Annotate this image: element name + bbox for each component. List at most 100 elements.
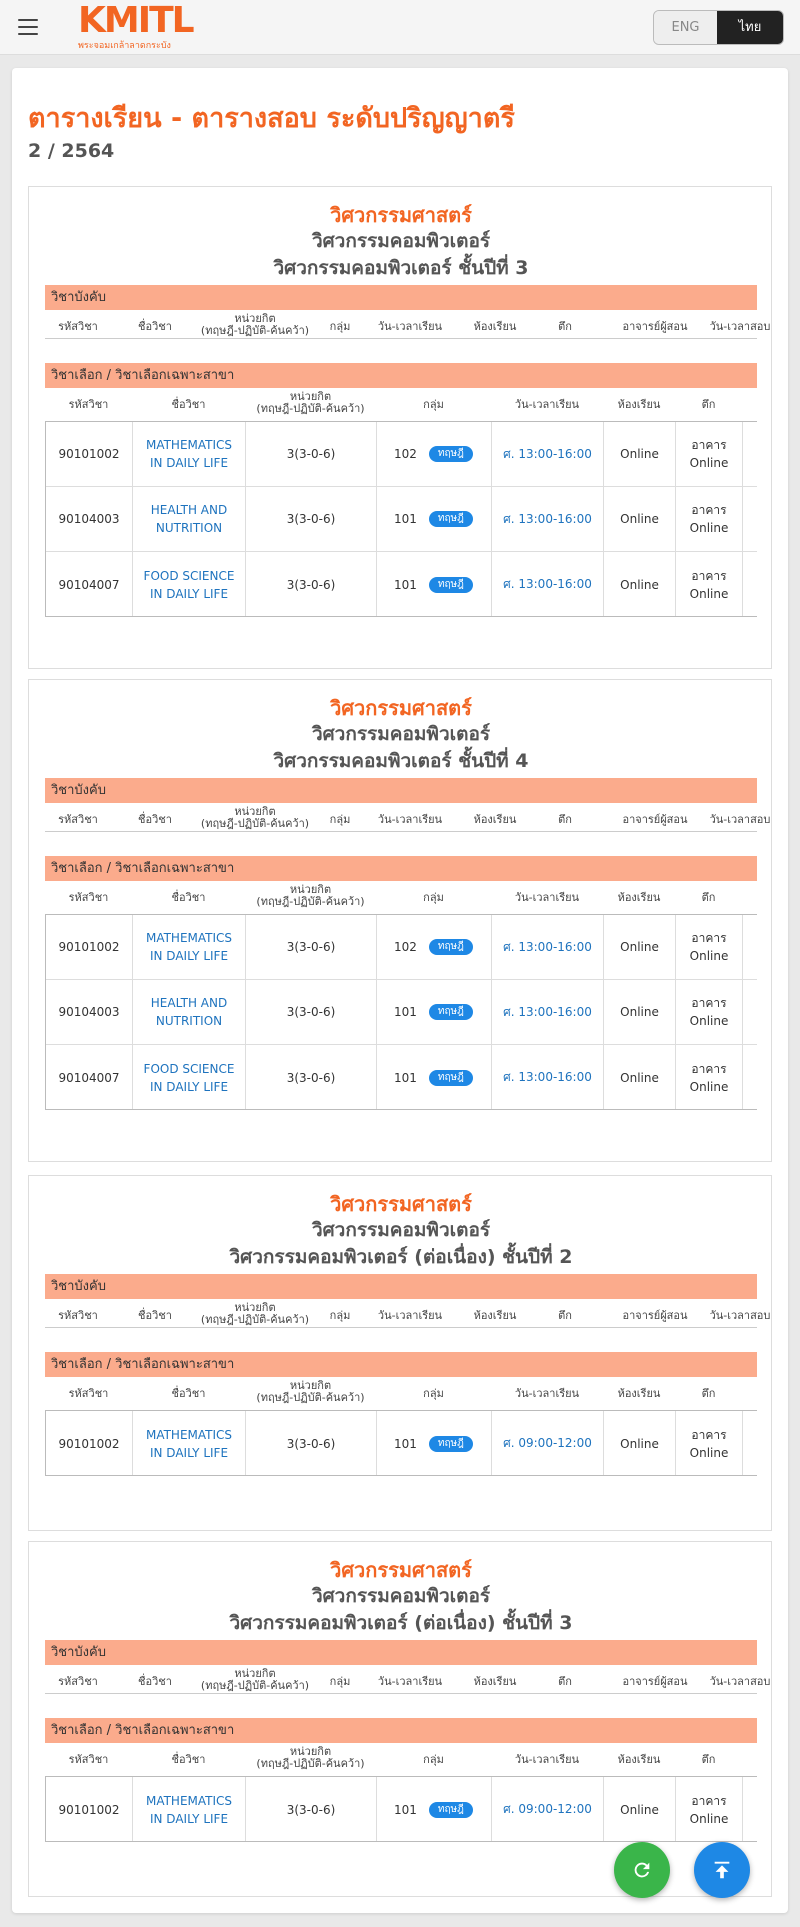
group-number: 102 — [394, 940, 417, 954]
course-name-link[interactable]: FOOD SCIENCE IN DAILY LIFE — [133, 552, 246, 616]
elective-header: รหัสวิชา ชื่อวิชา กลุ่ม วัน-เวลาเรียน ห้องเร… — [45, 391, 757, 417]
course-code: 90101002 — [46, 1777, 133, 1841]
column-header-credit-sub: (ทฤษฎี-ปฏิบัติ-ค้นคว้า) — [256, 1757, 365, 1770]
logo-text: KMITL — [78, 0, 195, 41]
column-header: ชื่อวิชา — [138, 813, 172, 826]
column-header: วัน-เวลาเรียน — [514, 1753, 580, 1766]
course-room: Online — [604, 1045, 676, 1109]
course-time-link[interactable]: ศ. 13:00-16:00 — [492, 1045, 604, 1109]
table-row: 90104003 HEALTH AND NUTRITION 3(3-0-6) 101 ท… — [46, 487, 757, 552]
theory-badge: ทฤษฎี — [428, 1069, 473, 1086]
column-header: ชื่อวิชา — [171, 1753, 206, 1766]
course-name-link[interactable]: MATHEMATICS IN DAILY LIFE — [133, 1411, 246, 1475]
logo[interactable]: KMITL พระจอมเกล้าลาดกระบัง — [78, 0, 195, 52]
elective-bar: วิชาเลือก / วิชาเลือกเฉพาะสาขา — [45, 1352, 757, 1377]
column-header-credit-sub: (ทฤษฎี-ปฏิบัติ-ค้นคว้า) — [256, 1391, 365, 1404]
page-title: ตารางเรียน - ตารางสอบ ระดับปริญญาตรี — [28, 103, 515, 134]
course-name-link[interactable]: MATHEMATICS IN DAILY LIFE — [133, 915, 246, 979]
column-header-credit-sub: (ทฤษฎี-ปฏิบัติ-ค้นคว้า) — [256, 402, 365, 415]
scroll-top-button[interactable] — [694, 1842, 750, 1898]
column-header: ชื่อวิชา — [171, 1387, 206, 1400]
column-header: กลุ่ม — [423, 1753, 444, 1766]
required-bar: วิชาบังคับ — [45, 1640, 757, 1665]
department-heading: วิศวกรรมคอมพิวเตอร์ — [311, 1585, 491, 1607]
course-code: 90104007 — [46, 1045, 133, 1109]
column-header: ชื่อวิชา — [138, 1675, 172, 1688]
required-header: รหัสวิชา ชื่อวิชา กลุ่ม วัน-เวลาเรียน ห้องเร… — [45, 1668, 770, 1694]
course-name-link[interactable]: MATHEMATICS IN DAILY LIFE — [133, 422, 246, 486]
group-number: 101 — [394, 1802, 417, 1817]
course-time-link[interactable]: ศ. 13:00-16:00 — [492, 422, 604, 486]
course-time-link[interactable]: ศ. 13:00-16:00 — [492, 552, 604, 616]
course-time-link[interactable]: ศ. 09:00-12:00 — [492, 1777, 604, 1841]
course-time-link[interactable]: ศ. 13:00-16:00 — [492, 980, 604, 1044]
program-heading: วิศวกรรมคอมพิวเตอร์ ชั้นปีที่ 4 — [273, 750, 529, 772]
course-name-link[interactable]: MATHEMATICS IN DAILY LIFE — [133, 1777, 246, 1841]
schedule-section: วิศวกรรมศาสตร์ วิศวกรรมคอมพิวเตอร์ วิศวกรร… — [28, 679, 772, 1162]
course-code: 90104003 — [46, 487, 133, 551]
elective-header: รหัสวิชา ชื่อวิชา กลุ่ม วัน-เวลาเรียน ห้องเร… — [45, 884, 757, 910]
refresh-button[interactable] — [614, 1842, 670, 1898]
course-code: 90101002 — [46, 422, 133, 486]
group-number: 101 — [394, 577, 417, 592]
theory-badge: ทฤษฎี — [428, 511, 473, 527]
column-header: รหัสวิชา — [68, 398, 109, 411]
column-header: ชื่อวิชา — [138, 320, 172, 333]
column-header: วัน-เวลาเรียน — [377, 320, 443, 333]
column-header: กลุ่ม — [329, 1309, 351, 1322]
course-credit: 3(3-0-6) — [246, 1045, 377, 1109]
course-code: 90104007 — [46, 552, 133, 616]
course-room: Online — [604, 1777, 676, 1841]
table-row: 90101002 MATHEMATICS IN DAILY LIFE 3(3-0-6… — [46, 1777, 757, 1841]
theory-badge: ทฤษฎี — [428, 576, 473, 593]
required-bar: วิชาบังคับ — [45, 1274, 757, 1299]
table-row: 90104007 FOOD SCIENCE IN DAILY LIFE 3(3-0-… — [46, 1045, 757, 1109]
column-header: วัน-เวลาสอบ — [709, 1675, 771, 1688]
course-code: 90104003 — [46, 980, 133, 1044]
column-header: กลุ่ม — [329, 813, 351, 826]
group-number: 101 — [394, 1070, 417, 1085]
column-header: กลุ่ม — [423, 891, 444, 904]
program-heading: วิศวกรรมคอมพิวเตอร์ (ต่อเนื่อง) ชั้นปีที… — [229, 1612, 573, 1634]
course-room: Online — [604, 915, 676, 979]
group-number: 102 — [394, 447, 417, 461]
language-switch: ENG ไทย — [653, 10, 784, 45]
refresh-icon — [634, 1862, 650, 1878]
course-building: อาคาร Online — [676, 980, 743, 1044]
column-header: ตึก — [701, 891, 716, 904]
column-header-credit-sub: (ทฤษฎี-ปฏิบัติ-ค้นคว้า) — [256, 895, 365, 908]
course-room: Online — [604, 422, 676, 486]
group-number: 101 — [394, 1436, 417, 1451]
course-credit: 3(3-0-6) — [246, 1411, 377, 1475]
column-header: รหัสวิชา — [58, 813, 98, 826]
department-heading: วิศวกรรมคอมพิวเตอร์ — [311, 230, 491, 252]
department-heading: วิศวกรรมคอมพิวเตอร์ — [311, 723, 491, 745]
course-room: Online — [604, 552, 676, 616]
course-group: 101 ทฤษฎี — [377, 487, 492, 551]
top-bar: KMITL พระจอมเกล้าลาดกระบัง ENG ไทย — [0, 0, 800, 55]
course-credit: 3(3-0-6) — [246, 980, 377, 1044]
course-name-link[interactable]: HEALTH AND NUTRITION — [133, 487, 246, 551]
course-time-link[interactable]: ศ. 09:00-12:00 — [492, 1411, 604, 1475]
hamburger-icon[interactable] — [18, 19, 38, 35]
course-time-link[interactable]: ศ. 13:00-16:00 — [492, 487, 604, 551]
column-header: วัน-เวลาสอบ — [709, 1309, 771, 1322]
column-header: รหัสวิชา — [58, 1675, 98, 1688]
column-header: ห้องเรียน — [617, 1753, 661, 1766]
course-name-link[interactable]: HEALTH AND NUTRITION — [133, 980, 246, 1044]
lang-eng-button[interactable]: ENG — [654, 11, 717, 44]
column-header: กลุ่ม — [329, 1675, 351, 1688]
course-name-link[interactable]: FOOD SCIENCE IN DAILY LIFE — [133, 1045, 246, 1109]
table-row: 90104007 FOOD SCIENCE IN DAILY LIFE 3(3-0-… — [46, 552, 757, 616]
course-building: อาคาร Online — [676, 487, 743, 551]
column-header: วัน-เวลาเรียน — [514, 398, 580, 411]
course-group: 102 ทฤษฎี — [377, 915, 492, 979]
course-credit: 3(3-0-6) — [246, 915, 377, 979]
schedule-section: วิศวกรรมศาสตร์ วิศวกรรมคอมพิวเตอร์ วิศวกรร… — [28, 1175, 772, 1531]
lang-thai-button[interactable]: ไทย — [717, 11, 783, 44]
department-heading: วิศวกรรมคอมพิวเตอร์ — [311, 1219, 491, 1241]
course-time-link[interactable]: ศ. 13:00-16:00 — [492, 915, 604, 979]
column-header: ห้องเรียน — [617, 891, 661, 904]
column-header-credit-sub: (ทฤษฎี-ปฏิบัติ-ค้นคว้า) — [200, 324, 310, 337]
column-header: รหัสวิชา — [58, 320, 98, 333]
